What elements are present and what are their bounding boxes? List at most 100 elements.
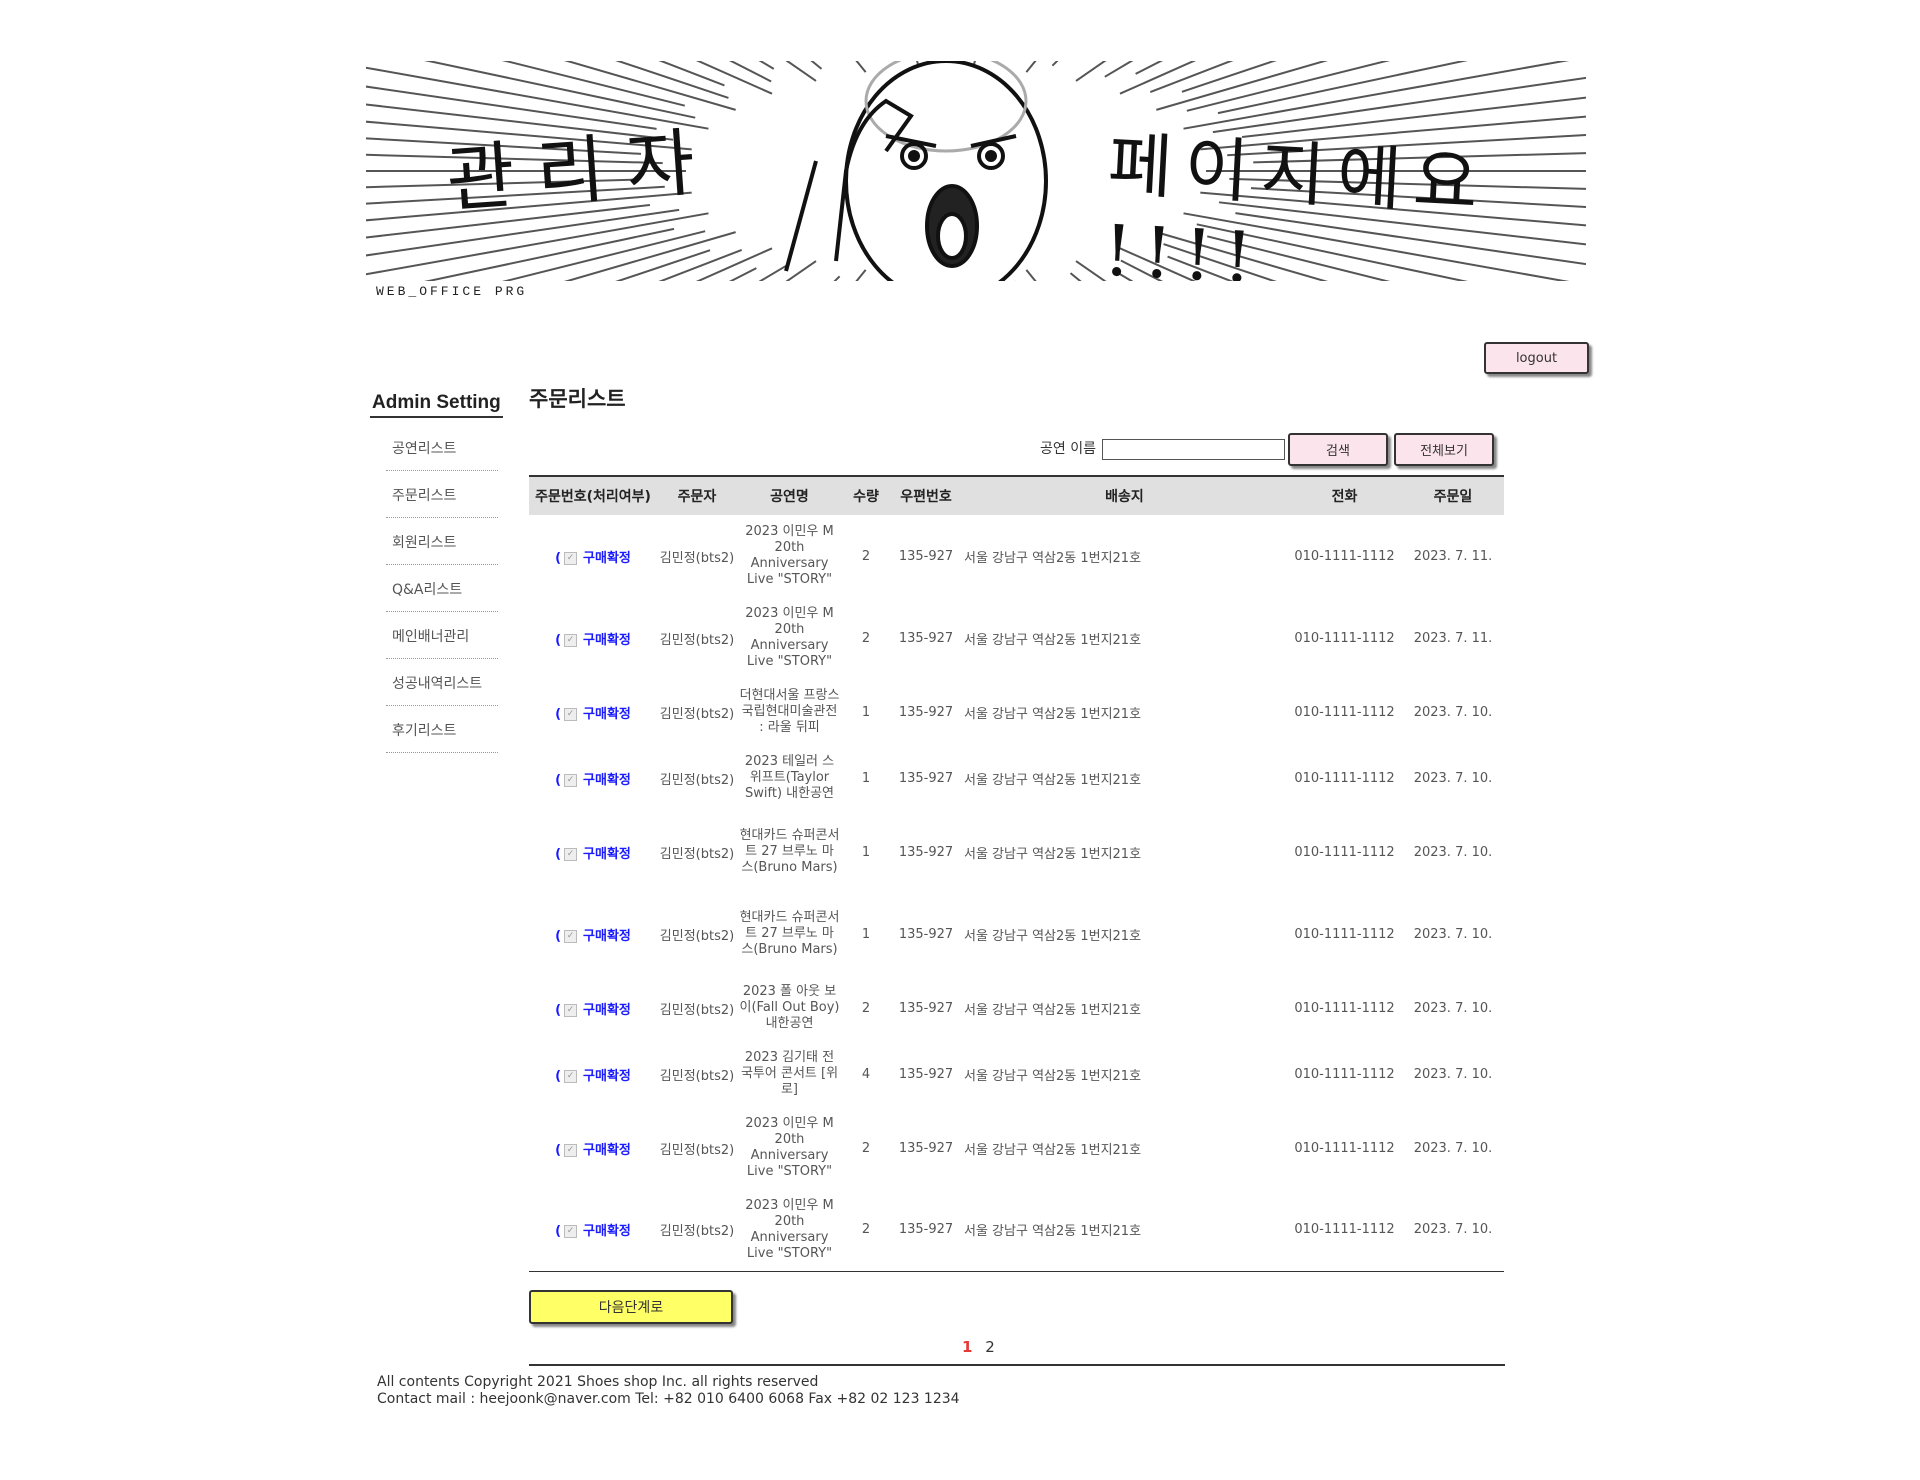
order-status-cell: (✓ 구매확정 bbox=[529, 745, 657, 811]
sidebar-title: Admin Setting bbox=[370, 390, 503, 418]
processed-checkbox[interactable]: ✓ bbox=[564, 773, 578, 787]
show-name: 2023 이민우 M 20th Anniversary Live "STORY" bbox=[745, 1116, 834, 1179]
open-paren: ( bbox=[555, 772, 562, 788]
phone-cell: 010-1111-1112 bbox=[1294, 1066, 1395, 1082]
next-step-button[interactable]: 다음단계로 bbox=[529, 1290, 733, 1324]
date-cell: 2023. 7. 10. bbox=[1413, 770, 1493, 786]
show-cell: 더현대서울 프랑스국립현대미술관전 : 라울 뒤피 bbox=[737, 679, 842, 745]
order-status-cell: (✓ 구매확정 bbox=[529, 515, 657, 597]
date-cell: 2023. 7. 10. bbox=[1413, 844, 1493, 860]
open-paren: ( bbox=[555, 1068, 562, 1084]
show-cell: 2023 이민우 M 20th Anniversary Live "STORY" bbox=[737, 597, 842, 679]
zip-cell: 135-927 bbox=[898, 1222, 954, 1238]
show-cell: 현대카드 슈퍼콘서트 27 브루노 마스(Bruno Mars) bbox=[737, 893, 842, 975]
footer-copyright: All contents Copyright 2021 Shoes shop I… bbox=[377, 1374, 819, 1390]
processed-checkbox[interactable]: ✓ bbox=[564, 551, 578, 565]
sidebar-item-qna-list[interactable]: Q&A리스트 bbox=[386, 566, 498, 612]
customer-cell: 김민정(bts2) bbox=[659, 706, 735, 722]
date-cell: 2023. 7. 10. bbox=[1413, 1000, 1493, 1016]
sidebar-item-member-list[interactable]: 회원리스트 bbox=[386, 519, 498, 565]
pagination: 1 2 bbox=[958, 1338, 999, 1356]
purchase-confirmed-link[interactable]: 구매확정 bbox=[583, 929, 631, 944]
speed-line bbox=[758, 61, 775, 70]
address-cell: 서울 강남구 역삼2동 1번지21호 bbox=[964, 550, 1142, 566]
table-row: (✓ 구매확정 김민정(bts2) 현대카드 슈퍼콘서트 27 브루노 마스(Brun… bbox=[529, 811, 1504, 893]
col-header-zip: 우편번호 bbox=[900, 489, 952, 505]
address-cell: 서울 강남구 역삼2동 1번지21호 bbox=[964, 928, 1142, 944]
purchase-confirmed-link[interactable]: 구매확정 bbox=[583, 773, 631, 788]
qty-cell: 1 bbox=[861, 704, 871, 720]
search-input[interactable] bbox=[1102, 439, 1285, 460]
sidebar-item-order-list[interactable]: 주문리스트 bbox=[386, 472, 498, 518]
banner-right-text: 페이지에요 !!!! bbox=[1101, 123, 1492, 281]
search-label: 공연 이름 bbox=[1040, 441, 1096, 457]
footer: All contents Copyright 2021 Shoes shop I… bbox=[377, 1374, 960, 1408]
show-name: 2023 테일러 스위프트(Taylor Swift) 내한공연 bbox=[744, 754, 835, 801]
address-cell: 서울 강남구 역삼2동 1번지21호 bbox=[964, 632, 1142, 648]
zip-cell: 135-927 bbox=[898, 630, 954, 646]
phone-cell: 010-1111-1112 bbox=[1294, 630, 1395, 646]
search-button[interactable]: 검색 bbox=[1288, 433, 1388, 466]
date-cell: 2023. 7. 10. bbox=[1413, 926, 1493, 942]
purchase-confirmed-link[interactable]: 구매확정 bbox=[583, 551, 631, 566]
purchase-confirmed-link[interactable]: 구매확정 bbox=[583, 1003, 631, 1018]
phone-cell: 010-1111-1112 bbox=[1294, 770, 1395, 786]
show-name: 2023 이민우 M 20th Anniversary Live "STORY" bbox=[745, 606, 834, 669]
qty-cell: 2 bbox=[861, 630, 871, 646]
sidebar-item-success-list[interactable]: 성공내역리스트 bbox=[386, 660, 498, 706]
purchase-confirmed-link[interactable]: 구매확정 bbox=[583, 1069, 631, 1084]
processed-checkbox[interactable]: ✓ bbox=[564, 847, 578, 861]
sidebar-item-review-list[interactable]: 후기리스트 bbox=[386, 707, 498, 753]
show-cell: 2023 김기태 전국투어 콘서트 [위로] bbox=[737, 1041, 842, 1107]
qty-cell: 1 bbox=[861, 770, 871, 786]
site-logo: WEB_OFFICE PRG bbox=[376, 284, 528, 299]
qty-cell: 2 bbox=[861, 1000, 871, 1016]
logout-button[interactable]: logout bbox=[1484, 342, 1589, 374]
table-header-row: 주문번호(처리여부) 주문자 공연명 수량 우편번호 배송지 전화 주문일 bbox=[529, 476, 1504, 515]
address-cell: 서울 강남구 역삼2동 1번지21호 bbox=[964, 1002, 1142, 1018]
processed-checkbox[interactable]: ✓ bbox=[564, 1003, 578, 1017]
qty-cell: 2 bbox=[861, 1140, 871, 1156]
table-row: (✓ 구매확정 김민정(bts2) 2023 이민우 M 20th Anniversa… bbox=[529, 1107, 1504, 1189]
processed-checkbox[interactable]: ✓ bbox=[564, 1225, 578, 1239]
page-link-2[interactable]: 2 bbox=[985, 1338, 995, 1356]
order-status-cell: (✓ 구매확정 bbox=[529, 893, 657, 975]
purchase-confirmed-link[interactable]: 구매확정 bbox=[583, 847, 631, 862]
open-paren: ( bbox=[555, 550, 562, 566]
address-cell: 서울 강남구 역삼2동 1번지21호 bbox=[964, 772, 1142, 788]
order-status-cell: (✓ 구매확정 bbox=[529, 597, 657, 679]
show-cell: 2023 이민우 M 20th Anniversary Live "STORY" bbox=[737, 515, 842, 597]
purchase-confirmed-link[interactable]: 구매확정 bbox=[583, 633, 631, 648]
processed-checkbox[interactable]: ✓ bbox=[564, 1069, 578, 1083]
customer-cell: 김민정(bts2) bbox=[659, 846, 735, 862]
processed-checkbox[interactable]: ✓ bbox=[564, 929, 578, 943]
col-header-customer: 주문자 bbox=[677, 489, 717, 505]
date-cell: 2023. 7. 11. bbox=[1413, 548, 1493, 564]
date-cell: 2023. 7. 10. bbox=[1413, 1140, 1493, 1156]
qty-cell: 1 bbox=[861, 844, 871, 860]
address-cell: 서울 강남구 역삼2동 1번지21호 bbox=[964, 706, 1142, 722]
table-row: (✓ 구매확정 김민정(bts2) 현대카드 슈퍼콘서트 27 브루노 마스(Brun… bbox=[529, 893, 1504, 975]
processed-checkbox[interactable]: ✓ bbox=[564, 707, 578, 721]
table-bottom-rule bbox=[529, 1270, 1504, 1272]
purchase-confirmed-link[interactable]: 구매확정 bbox=[583, 1143, 631, 1158]
purchase-confirmed-link[interactable]: 구매확정 bbox=[583, 1224, 631, 1239]
col-header-date: 주문일 bbox=[1433, 489, 1473, 505]
speed-line bbox=[658, 61, 725, 87]
page-link-1[interactable]: 1 bbox=[962, 1338, 972, 1356]
open-paren: ( bbox=[555, 846, 562, 862]
col-header-phone: 전화 bbox=[1331, 489, 1358, 505]
view-all-button[interactable]: 전체보기 bbox=[1394, 433, 1494, 466]
orders-table: 주문번호(처리여부) 주문자 공연명 수량 우편번호 배송지 전화 주문일 (✓… bbox=[529, 475, 1504, 1272]
processed-checkbox[interactable]: ✓ bbox=[564, 633, 578, 647]
phone-cell: 010-1111-1112 bbox=[1294, 1140, 1395, 1156]
open-paren: ( bbox=[555, 632, 562, 648]
table-row: (✓ 구매확정 김민정(bts2) 2023 이민우 M 20th Anniversa… bbox=[529, 1189, 1504, 1271]
sidebar-item-main-banner[interactable]: 메인배너관리 bbox=[386, 613, 498, 659]
footer-divider bbox=[529, 1364, 1505, 1366]
qty-cell: 2 bbox=[861, 548, 871, 564]
purchase-confirmed-link[interactable]: 구매확정 bbox=[583, 707, 631, 722]
sidebar-item-show-list[interactable]: 공연리스트 bbox=[386, 425, 498, 471]
processed-checkbox[interactable]: ✓ bbox=[564, 1143, 578, 1157]
open-paren: ( bbox=[555, 1142, 562, 1158]
